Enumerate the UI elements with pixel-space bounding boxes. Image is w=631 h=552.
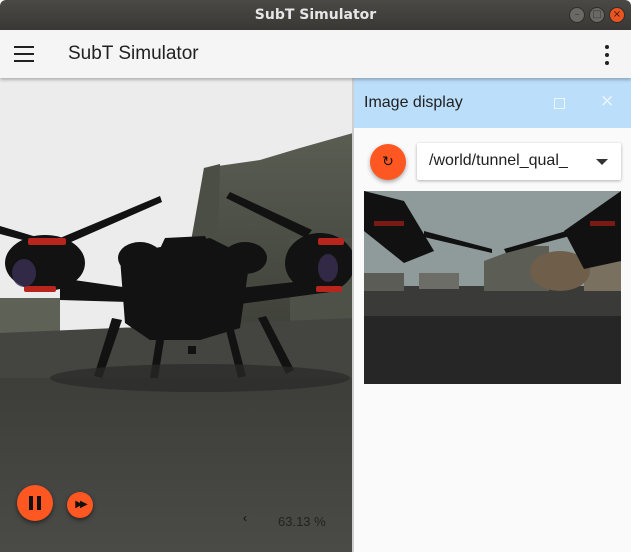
scene-render xyxy=(0,78,353,552)
window-titlebar[interactable]: SubT Simulator – □ × xyxy=(0,0,631,30)
refresh-icon: ↻ xyxy=(382,154,394,170)
real-time-factor: 63.13 % xyxy=(278,514,326,529)
close-icon[interactable]: × xyxy=(609,7,625,23)
refresh-button[interactable]: ↻ xyxy=(370,144,406,180)
hamburger-menu-icon[interactable] xyxy=(14,46,34,62)
scene-3d-view[interactable]: ▶▶ ‹ 63.13 % xyxy=(0,78,353,552)
maximize-icon[interactable]: □ xyxy=(589,7,605,23)
pause-button[interactable] xyxy=(17,485,53,521)
camera-image-render xyxy=(364,191,621,384)
more-vert-icon[interactable] xyxy=(604,45,610,65)
fast-forward-button[interactable]: ▶▶ xyxy=(67,492,93,518)
topic-select[interactable]: /world/tunnel_qual_ xyxy=(417,143,621,180)
topic-value: /world/tunnel_qual_ xyxy=(429,152,568,169)
image-display-panel: Image display × ↻ /world/tunnel_qual_ xyxy=(354,78,631,552)
maximize-panel-icon[interactable] xyxy=(554,98,565,109)
minimize-icon[interactable]: – xyxy=(569,7,585,23)
simulator-window: SubT Simulator – □ × SubT Simulator ▶▶ ‹… xyxy=(0,0,631,552)
app-toolbar: SubT Simulator xyxy=(0,30,631,78)
close-panel-icon[interactable]: × xyxy=(600,91,614,111)
chevron-left-icon[interactable]: ‹ xyxy=(243,511,247,525)
panel-header: Image display × xyxy=(354,78,631,128)
window-title: SubT Simulator xyxy=(254,7,377,23)
dropdown-arrow-icon xyxy=(596,159,608,165)
panel-title: Image display xyxy=(364,94,463,111)
app-title: SubT Simulator xyxy=(68,43,199,64)
camera-image xyxy=(364,191,621,384)
